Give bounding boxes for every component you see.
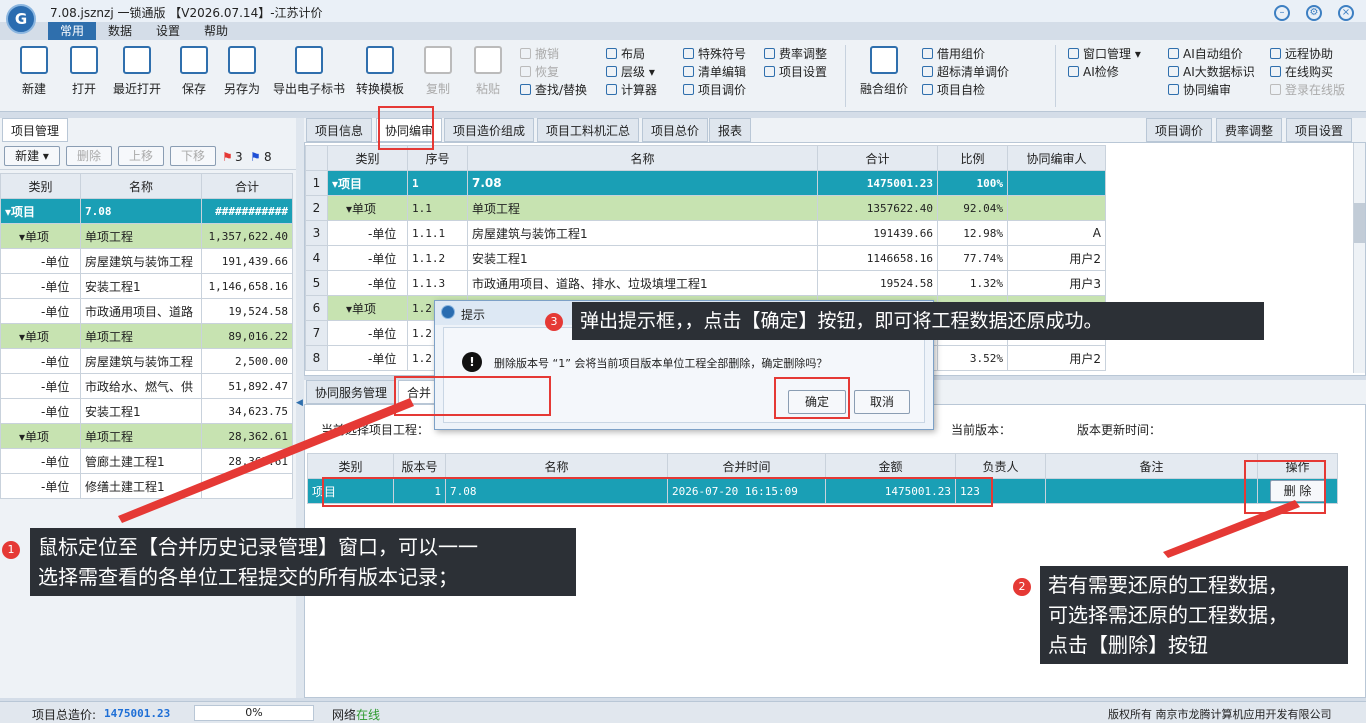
network-label: 网络 [332,708,357,722]
callout-3: 弹出提示框，，点击【确定】按钮，即可将工程数据还原成功。 [572,302,1264,340]
status-bar: 项目总造价: 1475001.23 0% 网络 在线 版权所有 南京市龙腾计算机… [0,701,1366,723]
callout-1: 鼠标定位至【合并历史记录管理】窗口，可以一一 选择需查看的各单位工程提交的所有版… [30,528,576,596]
copyright-text: 版权所有 南京市龙腾计算机应用开发有限公司 [1108,708,1332,721]
total-cost-label: 项目总造价: [32,708,97,722]
callout-badge-1: 1 [2,541,20,559]
network-state: 在线 [356,708,381,722]
progress-bar: 0% [194,705,314,721]
callout-badge-3: 3 [545,313,563,331]
callout-badge-2: 2 [1013,578,1031,596]
total-cost-value: 1475001.23 [104,707,171,720]
callout-2: 若有需要还原的工程数据， 可选择需还原的工程数据， 点击【删除】按钮 [1040,566,1348,664]
